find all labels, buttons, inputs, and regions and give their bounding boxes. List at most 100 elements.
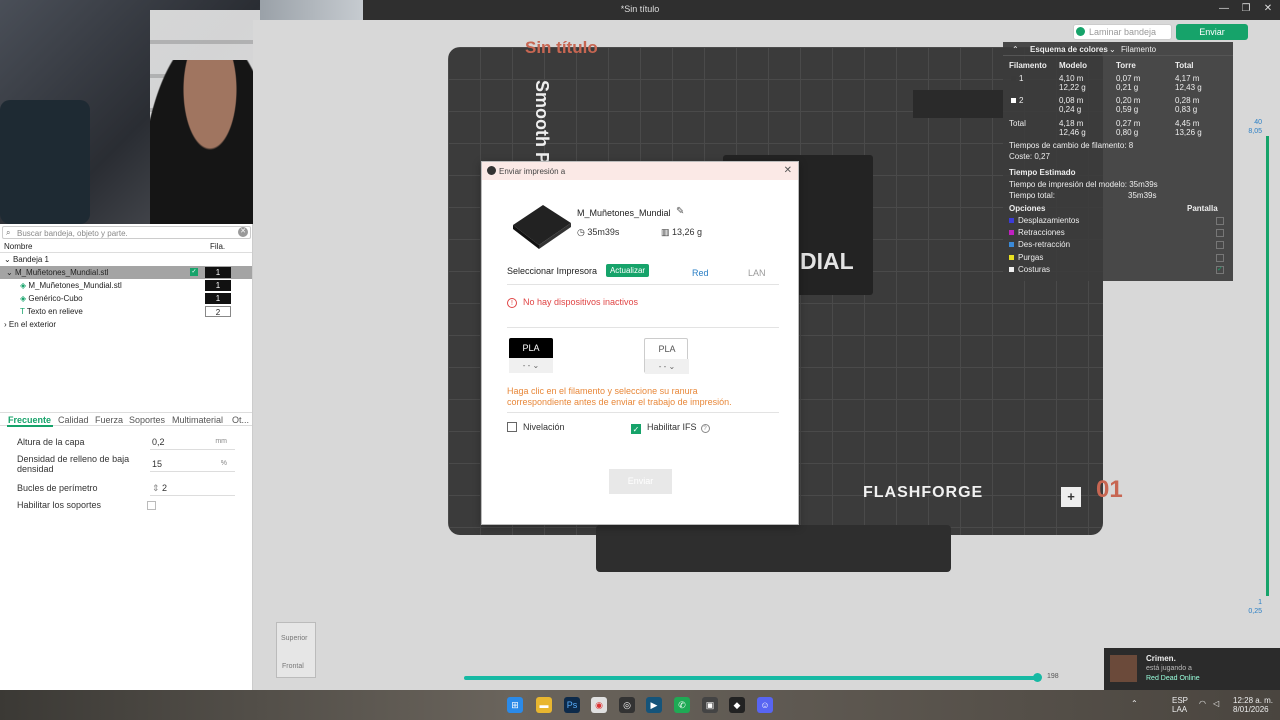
seams-checkbox[interactable]: ✓ [1216,266,1224,274]
color-scheme-select[interactable]: Filamento [1121,45,1156,54]
travel-checkbox[interactable] [1216,217,1224,225]
chrome-icon[interactable]: ◉ [591,697,607,713]
app-logo-icon [487,166,496,175]
view-front[interactable]: Frontal [282,663,304,670]
layer-slider[interactable] [1266,136,1269,596]
slice-plate-button[interactable]: Laminar bandeja [1073,24,1172,40]
no-devices-warning: ! No hay dispositivos inactivos [507,297,638,308]
tab-supports[interactable]: Soportes [129,415,165,425]
filament-index[interactable]: 1 [205,280,231,291]
param-layer-height: Altura de la capa 0,2 mm [17,437,247,450]
help-icon[interactable]: ? [700,424,710,433]
deretraction-checkbox[interactable] [1216,241,1224,249]
cost: Coste: 0,27 [1009,152,1050,161]
filament-swatch [1011,76,1016,81]
stats-col-model: Modelo [1059,61,1087,70]
language-indicator[interactable]: ESP LAA [1172,696,1188,714]
layer-height-input[interactable]: 0,2 mm [150,437,235,450]
filament-swatch [1011,98,1016,103]
search-input[interactable]: ⌕ Buscar bandeja, objeto y parte. ✕ [2,226,251,239]
network-icon[interactable]: ◠ [1199,699,1206,708]
chevron-down-icon[interactable]: ⌄ [1109,45,1116,54]
infill-density-input[interactable]: 15% [150,459,235,472]
option-retractions: Retracciones [1009,228,1224,240]
tree-plate[interactable]: ⌄ Bandeja 1 [0,253,252,266]
filament-slot-2[interactable]: PLA - - ⌄ [644,338,689,374]
update-button[interactable]: Actualizar [606,264,649,277]
tab-lan[interactable]: LAN [748,268,766,278]
clock[interactable]: 12:28 a. m. 8/01/2026 [1233,696,1273,714]
move-slider[interactable] [464,676,1038,680]
retractions-checkbox[interactable] [1216,229,1224,237]
obs-icon[interactable]: ◎ [619,697,635,713]
purges-checkbox[interactable] [1216,254,1224,262]
divider [507,284,779,285]
slice-toggle-icon[interactable] [1076,27,1085,36]
filament-slot-1[interactable]: PLA - - ⌄ [509,338,553,373]
file-explorer-icon[interactable]: ▬ [536,697,552,713]
whatsapp-icon[interactable]: ✆ [674,697,690,713]
tab-other[interactable]: Ot... [232,415,249,425]
taskbar: ⊞ ▬ Ps ◉ ◎ ▶ ✆ ▣ ◆ ☺ ⌃ ESP LAA ◠ ◁ 12:28 … [0,690,1280,720]
move-slider-handle[interactable] [1033,673,1042,682]
travel-swatch [1009,218,1014,223]
start-icon[interactable]: ⊞ [507,697,523,713]
slice-stats-panel: ⌃ Esquema de colores ⌄ Filamento Filamen… [1003,42,1233,281]
volume-icon[interactable]: ◁ [1213,699,1219,708]
leveling-checkbox[interactable] [507,422,517,432]
model-object-small[interactable] [913,90,1003,118]
photoshop-icon[interactable]: Ps [564,697,580,713]
tab-frequent[interactable]: Frecuente [8,415,51,425]
stats-row-1-total: 4,17 m 12,43 g [1175,74,1202,92]
stats-row-1-id: 1 [1011,74,1023,83]
collapse-icon[interactable]: ⌃ [1012,45,1019,54]
maximize-button[interactable]: ❐ [1236,3,1256,14]
option-purges: Purgas [1009,253,1224,265]
tab-quality[interactable]: Calidad [58,415,89,425]
wall-loops-input[interactable]: ⇕ 2 [150,483,235,496]
tree-outside[interactable]: › En el exterior [0,318,252,331]
weight-icon: ▥ [661,227,673,237]
minimize-button[interactable]: — [1214,3,1234,14]
tree-part[interactable]: ◈ Genérico-Cubo 1 [0,292,252,305]
filament-index[interactable]: 2 [205,306,231,317]
close-button[interactable]: ✕ [1258,3,1278,14]
divider [507,412,779,413]
tab-strength[interactable]: Fuerza [95,415,123,425]
dialog-send-button[interactable]: Enviar [609,469,672,494]
tab-multimaterial[interactable]: Multimaterial [172,415,223,425]
view-top[interactable]: Superior [281,635,307,642]
check-icon[interactable]: ✓ [190,268,198,276]
app-icon[interactable]: ▣ [702,697,718,713]
filament-index[interactable]: 1 [205,293,231,304]
tree-object[interactable]: ⌄ M_Muñetones_Mundial.stl ✓ 1 [0,266,252,279]
filament-index[interactable]: 1 [205,267,231,278]
view-cube[interactable]: Superior Frontal [276,622,316,678]
option-travel: Desplazamientos [1009,216,1224,228]
ifs-checkbox[interactable]: ✓ [631,424,641,434]
discord-notification[interactable]: Crimen. está jugando a Red Dead Online [1104,648,1280,690]
chevron-up-icon[interactable]: ⌃ [1131,699,1138,708]
notif-game: Red Dead Online [1146,675,1200,682]
options-label: Opciones [1009,204,1046,213]
stats-row-2-total: 0,28 m 0,83 g [1175,96,1200,114]
clear-icon[interactable]: ✕ [238,227,248,237]
edit-name-icon[interactable]: ✎ [676,206,684,217]
discord-icon[interactable]: ☺ [757,697,773,713]
search-icon: ⌕ [6,228,11,237]
send-button[interactable]: Enviar [1176,24,1248,40]
ifs-option[interactable]: ✓ Habilitar IFS? [631,422,710,434]
tab-network[interactable]: Red [692,268,709,278]
close-icon[interactable]: ✕ [784,165,792,176]
enable-supports-checkbox[interactable] [147,501,156,510]
tree-part[interactable]: ◈ M_Muñetones_Mundial.stl 1 [0,279,252,292]
stats-col-total: Total [1175,61,1194,70]
app-icon[interactable]: ▶ [646,697,662,713]
dialog-title: Enviar impresión a [499,167,566,176]
option-deretraction: Des-retracción [1009,240,1224,252]
tree-part[interactable]: T Texto en relieve 2 [0,305,252,318]
leveling-option[interactable]: Nivelación [507,422,565,432]
plate-settings-icon[interactable]: + [1061,487,1081,507]
slicer-icon[interactable]: ◆ [729,697,745,713]
option-seams: Costuras ✓ [1009,265,1224,277]
